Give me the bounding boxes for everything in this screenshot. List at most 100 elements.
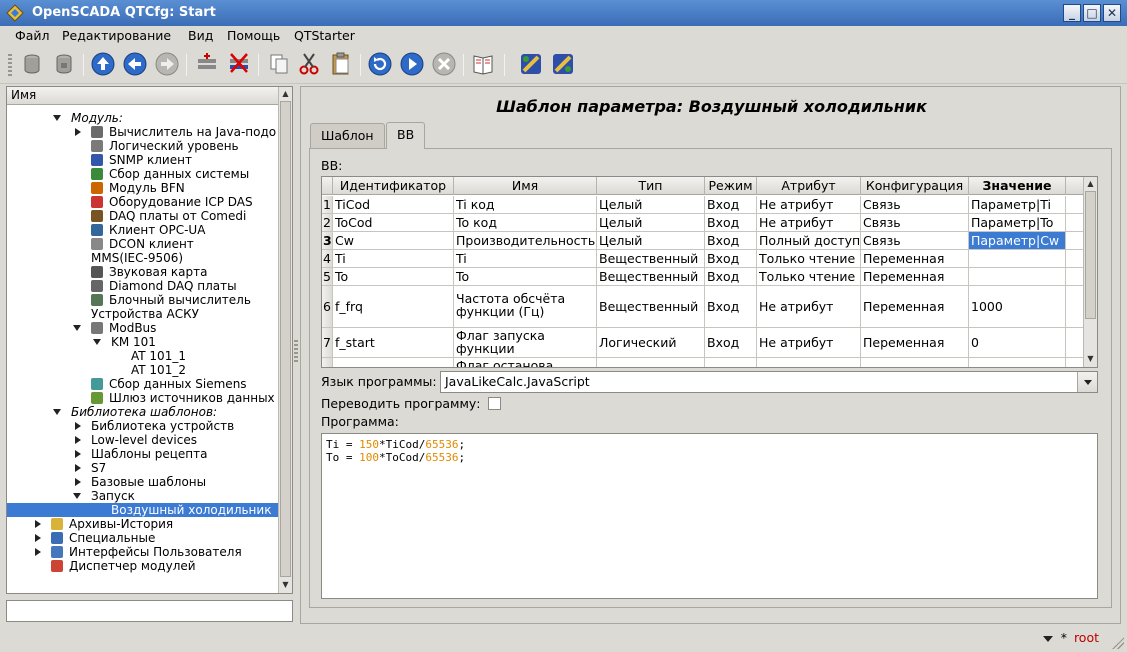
cell-type[interactable]: Целый <box>597 232 705 249</box>
table-row[interactable]: 4 Ti Ti Вещественный Вход Только чтение Переме… <box>322 250 1084 268</box>
cell-mode[interactable]: Вход <box>705 232 757 249</box>
tree-item[interactable]: Базовые шаблоны <box>7 475 279 489</box>
cell-attr[interactable]: Полный доступ <box>757 232 861 249</box>
cell-row-number[interactable]: 5 <box>322 268 333 285</box>
cell-conf[interactable]: Связь <box>861 196 969 213</box>
cell-id[interactable]: Cw <box>333 232 454 249</box>
status-menu-icon[interactable] <box>1043 636 1053 642</box>
cell-attr[interactable]: Не атрибут <box>757 358 861 367</box>
back-icon[interactable] <box>122 51 148 77</box>
collapse-arrow-icon[interactable] <box>53 409 61 415</box>
cell-attr[interactable]: Не атрибут <box>757 214 861 231</box>
program-language-select[interactable]: JavaLikeCalc.JavaScript <box>440 371 1098 393</box>
tree-item[interactable]: Сбор данных системы <box>7 167 279 181</box>
cell-value[interactable]: Параметр|Ti <box>969 196 1066 213</box>
cell-mode[interactable]: Вход <box>705 214 757 231</box>
module-icon-2[interactable] <box>550 51 576 77</box>
stop-icon[interactable] <box>431 51 457 77</box>
tree-item[interactable]: Воздушный холодильник <box>7 503 279 517</box>
col-id-header[interactable]: Идентификатор <box>333 177 454 195</box>
tree-item[interactable]: Модуль BFN <box>7 181 279 195</box>
table-row[interactable]: 1 TiCod Ti код Целый Вход Не атрибут Связь Пара… <box>322 196 1084 214</box>
cell-row-number[interactable]: 3 <box>322 232 333 249</box>
tree-item[interactable]: Вычислитель на Java-подо <box>7 125 279 139</box>
cell-id[interactable]: ToCod <box>333 214 454 231</box>
col-type-header[interactable]: Тип <box>597 177 705 195</box>
cell-mode[interactable]: Вход <box>705 286 757 327</box>
collapse-arrow-icon[interactable] <box>73 493 81 499</box>
menu-qtstarter[interactable]: QTStarter <box>294 28 355 43</box>
tree-item[interactable]: S7 <box>7 461 279 475</box>
resize-grip-icon[interactable] <box>1112 637 1124 649</box>
cell-mode[interactable]: Вход <box>705 328 757 357</box>
expand-arrow-icon[interactable] <box>35 548 41 556</box>
cut-icon[interactable] <box>296 51 322 77</box>
tree-item[interactable]: ModBus <box>7 321 279 335</box>
cell-id[interactable]: f_frq <box>333 286 454 327</box>
cell-id[interactable]: Ti <box>333 250 454 267</box>
module-icon-1[interactable] <box>518 51 544 77</box>
io-table-scrollbar-thumb[interactable] <box>1085 191 1096 319</box>
col-mode-header[interactable]: Режим <box>705 177 757 195</box>
scroll-down-icon[interactable]: ▼ <box>1085 353 1096 365</box>
up-icon[interactable] <box>90 51 116 77</box>
cell-value[interactable]: Параметр|To <box>969 214 1066 231</box>
cell-mode[interactable]: Вход <box>705 268 757 285</box>
tree-scrollbar-thumb[interactable] <box>280 101 291 577</box>
cell-attr[interactable]: Не атрибут <box>757 286 861 327</box>
dropdown-arrow-icon[interactable] <box>1077 372 1097 392</box>
translate-program-checkbox[interactable] <box>488 397 501 410</box>
col-conf-header[interactable]: Конфигурация <box>861 177 969 195</box>
col-attr-header[interactable]: Атрибут <box>757 177 861 195</box>
tree-item[interactable]: Специальные <box>7 531 279 545</box>
expand-arrow-icon[interactable] <box>35 520 41 528</box>
tree-item[interactable]: Модуль: <box>7 111 279 125</box>
tree-item[interactable]: AT 101_1 <box>7 349 279 363</box>
tree-item[interactable]: Устройства АСКУ <box>7 307 279 321</box>
cell-name[interactable]: Производительность <box>454 232 597 249</box>
menu-view[interactable]: Вид <box>188 28 213 43</box>
cell-value[interactable] <box>969 250 1066 267</box>
cell-row-number[interactable]: 7 <box>322 328 333 357</box>
tree-item[interactable]: KM 101 <box>7 335 279 349</box>
cell-type[interactable]: Вещественный <box>597 286 705 327</box>
tree-item[interactable]: Диспетчер модулей <box>7 559 279 573</box>
cell-conf[interactable]: Переменная <box>861 328 969 357</box>
cell-id[interactable]: f_stop <box>333 358 454 367</box>
cell-row-number[interactable]: 1 <box>322 196 333 213</box>
cell-conf[interactable]: Связь <box>861 214 969 231</box>
tree-item[interactable]: Low-level devices <box>7 433 279 447</box>
copy-icon[interactable] <box>266 51 292 77</box>
maximize-button[interactable]: □ <box>1083 4 1101 22</box>
program-editor[interactable]: Ti = 150*TiCod/65536; To = 100*ToCod/6553… <box>321 433 1098 599</box>
cell-row-number[interactable]: 4 <box>322 250 333 267</box>
col-value-header[interactable]: Значение <box>969 177 1066 195</box>
cell-attr[interactable]: Только чтение <box>757 268 861 285</box>
cell-value[interactable]: 0 <box>969 328 1066 357</box>
table-row[interactable]: 2 ToCod To код Целый Вход Не атрибут Связь Пара… <box>322 214 1084 232</box>
scroll-up-icon[interactable]: ▲ <box>1085 178 1096 190</box>
cell-mode[interactable]: Вход <box>705 196 757 213</box>
cell-name[interactable]: To код <box>454 214 597 231</box>
cell-conf[interactable]: Переменная <box>861 286 969 327</box>
tree-item[interactable]: Звуковая карта <box>7 265 279 279</box>
tree-item[interactable]: Клиент OPC-UA <box>7 223 279 237</box>
tree-item[interactable]: Оборудование ICP DAS <box>7 195 279 209</box>
expand-arrow-icon[interactable] <box>35 534 41 542</box>
db-load-icon[interactable] <box>19 51 45 77</box>
tree-item[interactable]: Запуск <box>7 489 279 503</box>
menu-edit[interactable]: Редактирование <box>62 28 171 43</box>
add-item-icon[interactable] <box>194 51 220 77</box>
table-row[interactable]: 6 f_frq Частота обсчёта функции (Гц) Вещест… <box>322 286 1084 328</box>
cell-type[interactable]: Целый <box>597 196 705 213</box>
cell-id[interactable]: To <box>333 268 454 285</box>
tree-item[interactable]: Шаблоны рецепта <box>7 447 279 461</box>
cell-row-number[interactable]: 8 <box>322 358 333 367</box>
cell-attr[interactable]: Не атрибут <box>757 196 861 213</box>
status-user[interactable]: root <box>1074 630 1099 645</box>
cell-name[interactable]: Частота обсчёта функции (Гц) <box>454 286 597 327</box>
expand-arrow-icon[interactable] <box>75 436 81 444</box>
cell-type[interactable]: Целый <box>597 214 705 231</box>
tree-item[interactable]: Сбор данных Siemens <box>7 377 279 391</box>
tree-item[interactable]: AT 101_2 <box>7 363 279 377</box>
